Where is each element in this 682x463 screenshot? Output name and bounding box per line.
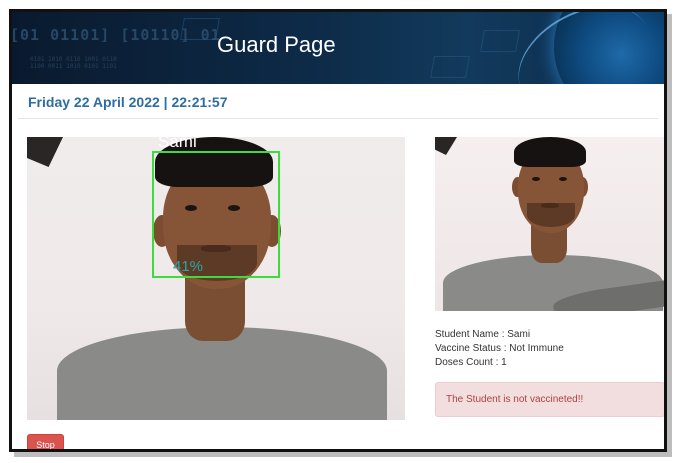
hex-decoration — [430, 56, 470, 78]
hex-decoration — [480, 30, 520, 52]
hex-decoration — [180, 18, 220, 40]
person-mouth — [541, 203, 559, 208]
face-detection-box — [152, 151, 280, 278]
guard-page-window: [01 01101] [10110] 01 0101 1010 0110 100… — [9, 9, 667, 452]
vaccination-alert: The Student is not vaccineted!! — [435, 382, 664, 417]
doses-count: Doses Count : 1 — [435, 357, 507, 368]
student-info: Student Name : Sami Vaccine Status : Not… — [435, 328, 564, 370]
snapshot-background-object — [435, 137, 457, 155]
header-binary-small-decoration: 0101 1010 0110 1001 0110 1100 0011 1010 … — [30, 56, 117, 70]
student-name: Student Name : Sami — [435, 329, 531, 340]
person-eye — [559, 177, 567, 181]
page-title: Guard Page — [217, 32, 336, 57]
person-eye — [532, 177, 540, 181]
camera-feed: Sami 41% — [27, 137, 405, 420]
face-detection-confidence: 41% — [173, 258, 204, 275]
current-datetime: Friday 22 April 2022 | 22:21:57 — [28, 94, 228, 110]
divider — [18, 118, 658, 119]
stop-button[interactable]: Stop — [27, 434, 64, 449]
student-snapshot — [435, 137, 664, 311]
camera-background-object — [27, 137, 63, 167]
face-detection-label: Sami — [158, 137, 197, 151]
person-hair — [514, 137, 586, 167]
header-banner: [01 01101] [10110] 01 0101 1010 0110 100… — [12, 12, 664, 84]
vaccine-status: Vaccine Status : Not Immune — [435, 343, 564, 354]
